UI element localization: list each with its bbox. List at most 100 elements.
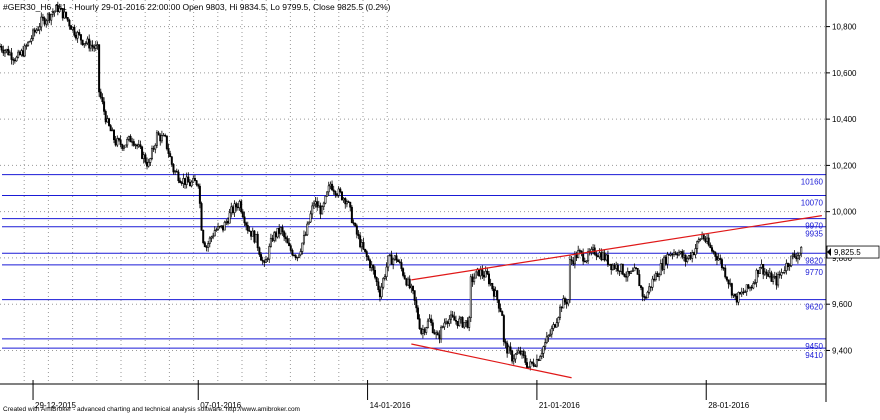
candle-body xyxy=(763,271,766,275)
candle-body xyxy=(203,242,206,247)
candle-body xyxy=(796,255,799,260)
candle-body xyxy=(190,181,193,187)
candle-body xyxy=(296,256,299,259)
candle-body xyxy=(149,158,152,163)
candle-body xyxy=(606,254,609,266)
candle-body xyxy=(279,227,282,234)
candle-body xyxy=(737,292,740,303)
candle-body xyxy=(525,362,528,368)
candle-body xyxy=(311,205,314,215)
candle-body xyxy=(668,254,671,256)
candle-body xyxy=(137,144,140,147)
candle-body xyxy=(124,144,127,148)
candle-body xyxy=(316,201,319,208)
candle-body xyxy=(697,239,700,242)
candle-body xyxy=(664,256,667,265)
candle-body xyxy=(202,229,205,243)
candle-body xyxy=(79,34,82,41)
candle-body xyxy=(291,250,294,256)
candle-body xyxy=(387,255,390,268)
candle-body xyxy=(175,170,178,173)
candle-body xyxy=(321,206,324,215)
candle-body xyxy=(747,284,750,289)
candle-body xyxy=(94,45,97,49)
candle-body xyxy=(12,59,15,61)
candle-body xyxy=(177,171,180,182)
candle-body xyxy=(112,129,115,141)
candle-body xyxy=(463,322,466,328)
candle-body xyxy=(616,264,619,272)
candle-body xyxy=(302,235,305,244)
candle-body xyxy=(182,178,185,184)
candle-body xyxy=(369,259,372,268)
candle-body xyxy=(23,45,26,57)
candle-body xyxy=(322,202,325,207)
candle-body xyxy=(147,162,150,167)
candle-body xyxy=(709,244,712,248)
candle-body xyxy=(557,317,560,324)
candle-body xyxy=(154,144,157,150)
price-chart: 10160 10070 9970 9935 9820 9770 9620 9450 9410 1… xyxy=(0,0,880,415)
candle-body xyxy=(354,223,357,227)
candle-body xyxy=(36,29,39,31)
candle-body xyxy=(142,154,145,159)
candle-body xyxy=(360,242,363,248)
candle-body xyxy=(248,230,251,232)
candle-body xyxy=(420,328,423,334)
candle-body xyxy=(284,236,287,239)
candle-body xyxy=(193,178,196,181)
candle-body xyxy=(522,351,525,356)
candle-body xyxy=(89,44,92,49)
candle-body xyxy=(339,188,342,193)
candle-body xyxy=(164,134,167,137)
candle-body xyxy=(0,45,1,48)
candle-body xyxy=(93,46,96,49)
y-tick-label: 10,600 xyxy=(832,69,857,78)
candle-body xyxy=(286,238,289,244)
candle-body xyxy=(88,38,91,49)
candle-body xyxy=(170,156,173,165)
candle-body xyxy=(83,43,86,46)
candle-body xyxy=(46,13,49,22)
candle-body xyxy=(628,271,631,274)
candle-body xyxy=(730,283,733,296)
candle-body xyxy=(753,282,756,284)
candle-body xyxy=(517,350,520,354)
candle-body xyxy=(449,314,452,320)
candle-body xyxy=(240,201,243,213)
candle-body xyxy=(197,184,200,187)
candle-body xyxy=(293,254,296,257)
candle-body xyxy=(165,135,168,149)
candle-body xyxy=(312,203,315,207)
candle-body xyxy=(98,44,101,93)
candle-body xyxy=(454,319,457,322)
candle-body xyxy=(8,52,11,56)
candle-body xyxy=(162,134,165,137)
y-tick-label: 10,000 xyxy=(832,208,857,217)
candle-body xyxy=(146,161,149,167)
candle-body xyxy=(742,291,745,294)
candle-body xyxy=(795,256,798,260)
candle-body xyxy=(486,270,489,275)
candle-body xyxy=(212,235,215,238)
candle-body xyxy=(767,273,770,277)
candle-body xyxy=(732,293,735,296)
candle-body xyxy=(91,44,94,47)
candle-body xyxy=(179,180,182,183)
chart-footer: Created with AmiBroker - advanced charti… xyxy=(3,406,300,413)
candle-body xyxy=(661,263,664,270)
candle-body xyxy=(126,138,129,146)
candle-body xyxy=(458,318,461,327)
candle-body xyxy=(618,270,621,272)
candle-body xyxy=(537,359,540,361)
candle-body xyxy=(28,40,31,43)
candle-body xyxy=(755,269,758,283)
level-label: 9770 xyxy=(805,268,823,277)
candle-body xyxy=(114,139,117,146)
candle-body xyxy=(342,198,345,201)
candle-body xyxy=(106,118,109,123)
candle-body xyxy=(157,132,160,136)
candle-body xyxy=(712,250,715,253)
candle-body xyxy=(529,361,532,368)
candle-body xyxy=(122,146,125,149)
